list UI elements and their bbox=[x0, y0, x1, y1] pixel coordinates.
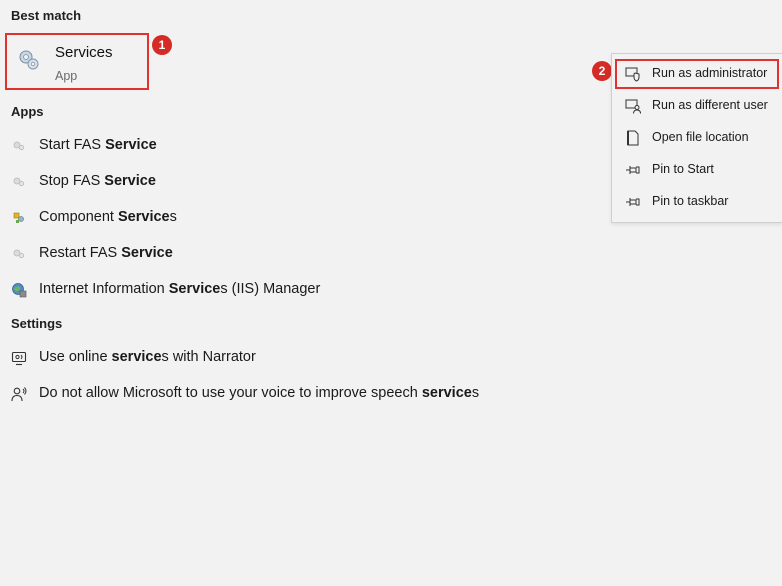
menu-item-label: Run as different user bbox=[652, 98, 768, 112]
step-badge-1: 1 bbox=[152, 35, 172, 55]
apps-header: Apps bbox=[11, 104, 44, 119]
best-match-title: Services bbox=[55, 44, 113, 61]
app-item-component-services[interactable]: Component Services bbox=[0, 202, 560, 234]
app-item-label: Internet Information Services (IIS) Mana… bbox=[39, 281, 321, 297]
service-app-icon bbox=[13, 141, 25, 151]
speech-icon bbox=[11, 387, 27, 402]
best-match-services[interactable]: Services App bbox=[5, 33, 149, 90]
component-services-icon bbox=[13, 212, 24, 223]
app-item-restart-fas-service[interactable]: Restart FAS Service bbox=[0, 238, 560, 270]
pin-icon bbox=[626, 166, 640, 174]
app-item-label: Restart FAS Service bbox=[39, 245, 173, 261]
narrator-icon bbox=[11, 351, 27, 366]
menu-item-pin-to-start[interactable]: Pin to Start bbox=[615, 155, 779, 185]
service-app-icon bbox=[13, 177, 25, 187]
settings-item-narrator[interactable]: Use online services with Narrator bbox=[0, 342, 560, 374]
app-item-label: Component Services bbox=[39, 209, 177, 225]
settings-item-speech[interactable]: Do not allow Microsoft to use your voice… bbox=[0, 378, 620, 410]
user-icon bbox=[625, 99, 641, 114]
settings-header: Settings bbox=[11, 316, 63, 331]
service-app-icon bbox=[13, 249, 25, 259]
app-item-label: Start FAS Service bbox=[39, 137, 157, 153]
best-match-header: Best match bbox=[11, 8, 82, 23]
menu-item-run-as-different-user[interactable]: Run as different user bbox=[615, 91, 779, 121]
app-item-iis-manager[interactable]: Internet Information Services (IIS) Mana… bbox=[0, 274, 560, 306]
menu-item-label: Pin to Start bbox=[652, 162, 714, 176]
iis-manager-icon bbox=[12, 283, 27, 298]
menu-item-run-as-administrator[interactable]: Run as administrator bbox=[615, 59, 779, 89]
settings-item-label: Use online services with Narrator bbox=[39, 349, 256, 365]
settings-item-label: Do not allow Microsoft to use your voice… bbox=[39, 385, 480, 401]
menu-item-open-file-location[interactable]: Open file location bbox=[615, 123, 779, 153]
menu-item-label: Pin to taskbar bbox=[652, 194, 729, 208]
app-item-label: Stop FAS Service bbox=[39, 173, 156, 189]
services-gear-icon bbox=[19, 50, 39, 70]
menu-item-pin-to-taskbar[interactable]: Pin to taskbar bbox=[615, 187, 779, 217]
pin-icon bbox=[626, 198, 640, 206]
app-item-stop-fas-service[interactable]: Stop FAS Service bbox=[0, 166, 560, 198]
menu-item-label: Open file location bbox=[652, 130, 749, 144]
file-location-icon bbox=[627, 130, 639, 146]
context-menu: Run as administrator Run as different us… bbox=[611, 53, 782, 223]
app-item-start-fas-service[interactable]: Start FAS Service bbox=[0, 130, 560, 162]
menu-item-label: Run as administrator bbox=[652, 66, 768, 80]
step-badge-2: 2 bbox=[592, 61, 612, 81]
shield-icon bbox=[625, 67, 640, 82]
best-match-subtitle: App bbox=[55, 69, 78, 83]
